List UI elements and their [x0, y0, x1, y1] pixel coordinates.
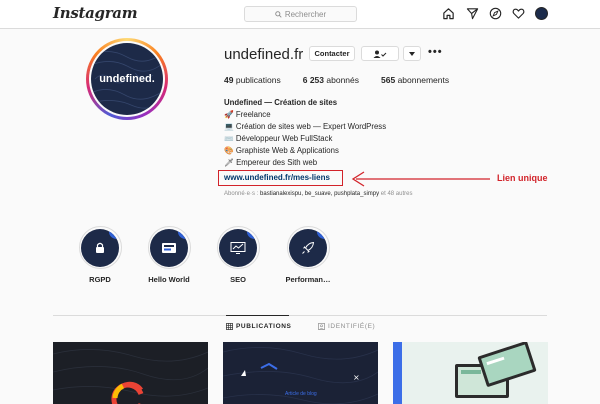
home-icon[interactable]	[442, 7, 455, 20]
user-check-icon	[373, 50, 387, 58]
direct-icon[interactable]	[466, 7, 479, 20]
stat-publications[interactable]: 49 publications	[224, 75, 281, 85]
followed-by-text: Abonné·e·s : bastianalexispu, be_suave, …	[224, 191, 413, 197]
highlight-label: Hello World	[148, 275, 190, 284]
active-tab-indicator	[226, 315, 289, 316]
bio-name: Undefined — Création de sites	[224, 98, 338, 107]
top-navigation-bar: Instagram Rechercher	[0, 0, 600, 29]
tab-tagged[interactable]: IDENTIFIÉ(E)	[318, 323, 375, 330]
search-icon	[275, 10, 282, 18]
suggestions-button[interactable]	[403, 46, 421, 61]
post-image-laptops	[393, 342, 537, 404]
profile-bio: Undefined — Création de sites 🚀 Freelanc…	[224, 97, 386, 169]
svg-text:×: ×	[353, 373, 360, 382]
bio-link-highlight-box: www.undefined.fr/mes-liens	[218, 170, 343, 186]
bio-link[interactable]: www.undefined.fr/mes-liens	[224, 173, 330, 182]
highlight-hello-world[interactable]: Hello World	[144, 226, 194, 284]
heart-icon[interactable]	[512, 7, 525, 20]
tag-icon	[318, 323, 325, 330]
grid-icon	[226, 323, 233, 330]
post-thumbnail[interactable]	[393, 342, 548, 404]
post-thumbnail[interactable]	[53, 342, 208, 404]
instagram-logo[interactable]: Instagram	[53, 4, 138, 22]
stat-followers[interactable]: 6 253 abonnés	[303, 75, 359, 85]
highlight-label: SEO	[230, 275, 246, 284]
bio-line: 🎨 Graphiste Web & Applications	[224, 146, 339, 155]
bio-line: ⌨️ Développeur Web FullStack	[224, 134, 333, 143]
more-options-icon[interactable]: •••	[428, 46, 443, 58]
tabs-divider	[53, 315, 547, 316]
hello-world-icon	[162, 242, 176, 253]
search-placeholder: Rechercher	[284, 9, 327, 19]
highlight-label: Performan…	[285, 275, 331, 284]
profile-stats: 49 publications 6 253 abonnés 565 abonne…	[224, 75, 471, 85]
stat-following[interactable]: 565 abonnements	[381, 75, 449, 85]
following-button[interactable]	[361, 46, 399, 61]
tab-publications[interactable]: PUBLICATIONS	[226, 323, 291, 330]
nav-profile-avatar[interactable]	[535, 7, 548, 20]
rocket-icon	[302, 241, 315, 254]
contact-button[interactable]: Contacter	[309, 46, 355, 61]
highlight-performance[interactable]: Performan…	[283, 226, 333, 284]
post-caption: Article de blog	[285, 391, 317, 397]
post-thumbnail[interactable]: × Article de blog	[223, 342, 378, 404]
profile-avatar[interactable]: undefined.	[86, 38, 168, 120]
bio-line: 🚀 Freelance	[224, 110, 271, 119]
annotation-arrow-icon	[351, 171, 490, 187]
explore-icon[interactable]	[489, 7, 502, 20]
search-input[interactable]: Rechercher	[244, 6, 357, 22]
post-image-google	[53, 349, 208, 404]
annotation-label: Lien unique	[497, 173, 548, 183]
bio-line: 🗡 Empereur des Sith web	[224, 158, 318, 167]
caret-down-icon	[409, 51, 415, 56]
lock-icon	[96, 242, 104, 253]
bio-line: 💻 Création de sites web — Expert WordPre…	[224, 122, 387, 131]
avatar-wordmark: undefined.	[99, 73, 155, 85]
highlight-seo[interactable]: SEO	[213, 226, 263, 284]
profile-username: undefined.fr	[224, 46, 304, 63]
chart-icon	[230, 241, 246, 254]
highlight-rgpd[interactable]: RGPD	[75, 226, 125, 284]
highlight-label: RGPD	[89, 275, 111, 284]
